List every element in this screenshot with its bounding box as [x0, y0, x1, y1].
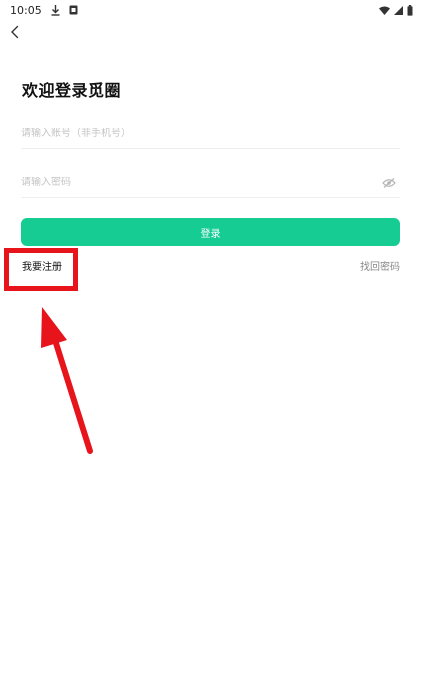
- download-icon: [51, 4, 60, 16]
- back-button[interactable]: [4, 22, 26, 44]
- password-input[interactable]: [21, 177, 380, 188]
- login-button[interactable]: 登录: [21, 218, 400, 246]
- battery-icon: [407, 4, 413, 16]
- eye-off-icon: [382, 173, 396, 192]
- password-visibility-toggle[interactable]: [380, 174, 398, 192]
- register-link[interactable]: 我要注册: [22, 258, 62, 273]
- status-right: [379, 4, 413, 16]
- status-left: 10:05: [10, 4, 78, 17]
- account-input[interactable]: [21, 128, 400, 139]
- status-time: 10:05: [10, 3, 42, 17]
- forgot-password-link[interactable]: 找回密码: [360, 258, 400, 273]
- notification-icon: [69, 5, 78, 15]
- account-field: [21, 119, 400, 149]
- signal-icon: [394, 5, 403, 15]
- login-screen: 10:05 欢迎登录觅圈 请输入账号（非手机号） 登录 我要注册 找回密码: [0, 0, 421, 679]
- annotation-arrow: [41, 307, 93, 454]
- status-bar: 10:05: [0, 0, 421, 20]
- page-title: 欢迎登录觅圈: [22, 81, 122, 100]
- chevron-left-icon: [10, 24, 20, 43]
- wifi-icon: [379, 6, 390, 15]
- password-field: [21, 168, 400, 198]
